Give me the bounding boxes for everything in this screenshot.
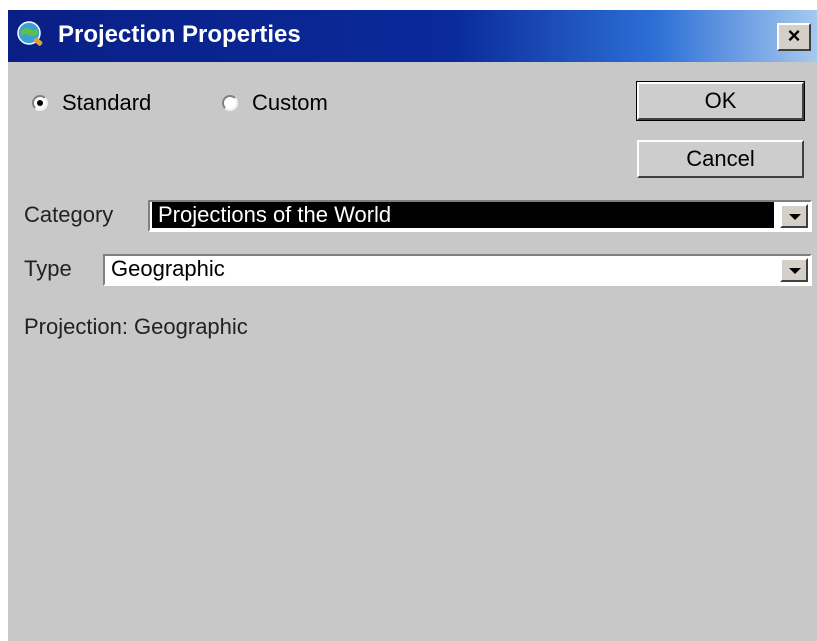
close-icon: × [787,23,801,48]
type-label: Type [24,256,72,281]
cancel-button[interactable]: Cancel [637,140,804,178]
title-bar[interactable]: Projection Properties × [8,10,817,62]
category-dropdown[interactable]: Projections of the World [148,200,812,232]
standard-radio[interactable]: Standard [32,90,151,116]
projection-properties-dialog: Projection Properties × Standard Custom … [8,10,817,641]
standard-radio-indicator[interactable] [32,95,48,111]
chevron-down-icon[interactable] [780,258,808,282]
custom-radio[interactable]: Custom [222,90,328,116]
category-selected-value: Projections of the World [152,202,774,228]
globe-icon [17,21,43,46]
custom-radio-label: Custom [252,90,328,115]
chevron-down-icon[interactable] [780,204,808,228]
ok-button[interactable]: OK [636,81,805,121]
standard-radio-label: Standard [62,90,152,115]
close-button[interactable]: × [777,23,811,51]
type-dropdown[interactable]: Geographic [103,254,812,286]
window-title: Projection Properties [58,21,301,48]
custom-radio-indicator[interactable] [222,95,238,111]
type-selected-value: Geographic [111,256,225,281]
projection-info: Projection: Geographic [24,314,248,339]
category-label: Category [24,202,114,227]
